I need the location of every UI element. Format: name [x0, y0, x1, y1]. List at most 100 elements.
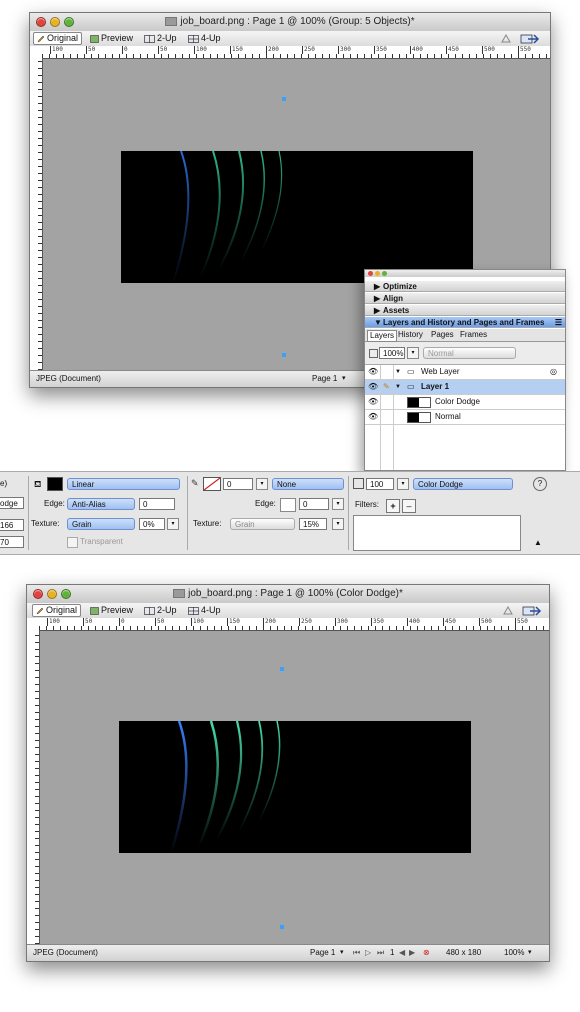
texture-percent-field[interactable]: 0% [139, 518, 165, 530]
layer-name: Layer 1 [421, 382, 450, 391]
section-align[interactable]: ▶ Align [365, 293, 565, 304]
tab-2up[interactable]: 2-Up [141, 605, 180, 616]
edge-select[interactable]: Anti-Alias [67, 498, 135, 510]
panel-tabs: Layers History Pages Frames [365, 329, 565, 342]
paint-bucket-icon[interactable]: ⛾ [34, 479, 41, 491]
layer-row-web[interactable]: 👁 ▼ ▭ Web Layer ◎ [365, 365, 565, 380]
eye-icon[interactable]: 👁 [368, 395, 378, 409]
stroke-size-field[interactable]: 0 [223, 478, 253, 490]
zoom-level[interactable]: 100% [504, 945, 524, 961]
section-label: Optimize [383, 282, 417, 291]
eye-icon[interactable]: 👁 [368, 365, 378, 379]
panel-zoom-button[interactable] [382, 271, 387, 276]
vertical-ruler[interactable] [27, 630, 40, 944]
layer-row-layer1[interactable]: 👁 ✎ ▼ ▭ Layer 1 [365, 380, 565, 395]
stop-icon[interactable]: ⊗ [423, 945, 430, 961]
partial-field[interactable]: odge [0, 497, 24, 509]
prev-frame-icon[interactable]: ◀ [399, 945, 405, 961]
layer-lock-icon[interactable] [369, 349, 378, 358]
stroke-texture-dropdown[interactable]: ▾ [332, 518, 344, 530]
section-layers[interactable]: ▼ Layers and History and Pages and Frames… [365, 317, 565, 328]
tab-2up[interactable]: 2-Up [141, 33, 180, 44]
stroke-type-select[interactable]: None [272, 478, 344, 490]
help-button[interactable]: ? [533, 477, 547, 491]
add-filter-button[interactable]: + [386, 499, 400, 513]
export-icon[interactable] [500, 33, 512, 44]
layer-row-normal[interactable]: 👁 Normal [365, 410, 565, 425]
play-icon[interactable]: ▷ [365, 945, 371, 961]
layer-blend-select[interactable]: Normal [423, 347, 516, 359]
width-field[interactable]: 166 [0, 519, 24, 531]
pencil-icon[interactable]: ✎ [191, 478, 199, 489]
tab-original[interactable]: Original [33, 32, 83, 45]
collapse-triangle-icon[interactable]: ▲ [534, 538, 542, 547]
opacity-field[interactable]: 100 [366, 478, 394, 490]
next-frame-icon[interactable]: ▶ [409, 945, 415, 961]
tab-original[interactable]: Original [32, 604, 82, 617]
horizontal-ruler[interactable]: 100 50 0 50 100 150 200 250 300 350 400 450 500 550 [39, 618, 549, 631]
section-assets[interactable]: ▶ Assets [365, 305, 565, 316]
texture-select[interactable]: Grain [67, 518, 135, 530]
page-selector[interactable]: Page 1 [312, 371, 337, 387]
ruler-tick-label: 450 [446, 46, 459, 54]
filters-list[interactable] [353, 515, 521, 551]
stroke-texture-percent-field[interactable]: 15% [299, 518, 327, 530]
stroke-size-dropdown[interactable]: ▾ [256, 478, 268, 490]
title-bar[interactable]: job_board.png : Page 1 @ 100% (Group: 5 … [30, 13, 550, 32]
page-selector[interactable]: Page 1 [310, 945, 335, 961]
triangle-down-icon: ▼ [374, 318, 382, 327]
layers-panel: ▶ Optimize ▶ Align ▶ Assets ▼ Layers and His… [364, 269, 566, 471]
opacity-dropdown[interactable]: ▾ [407, 347, 419, 359]
transparent-checkbox[interactable] [67, 537, 78, 548]
panel-menu-icon[interactable]: ☰ [555, 317, 562, 328]
panel-minimize-button[interactable] [375, 271, 380, 276]
fill-color-swatch[interactable] [47, 477, 63, 491]
tab-pages[interactable]: Pages [431, 329, 454, 341]
blend-mode-select[interactable]: Color Dodge [413, 478, 513, 490]
web-layer-eye-icon[interactable]: ◎ [550, 365, 557, 379]
first-frame-icon[interactable]: ⏮ [353, 945, 360, 961]
chevron-down-icon: ▾ [528, 949, 532, 956]
tab-frames[interactable]: Frames [460, 329, 487, 341]
panel-close-button[interactable] [368, 271, 373, 276]
tab-history[interactable]: History [398, 329, 423, 341]
stroke-edge-amount-field[interactable]: 0 [299, 498, 329, 510]
export-icon[interactable] [502, 605, 514, 616]
panel-titlebar[interactable] [365, 270, 565, 277]
tab-layers[interactable]: Layers [367, 330, 398, 342]
artwork-canvas[interactable] [119, 721, 471, 853]
quick-export-icon[interactable] [520, 32, 540, 45]
height-field[interactable]: 70 [0, 536, 24, 548]
artwork-canvas[interactable] [121, 151, 473, 283]
vertical-ruler[interactable] [30, 58, 43, 370]
title-bar[interactable]: job_board.png : Page 1 @ 100% (Color Dod… [27, 585, 549, 604]
canvas-marker-bottom [280, 925, 284, 929]
opacity-dropdown[interactable]: ▾ [397, 478, 409, 490]
layer-opacity-field[interactable]: 100% [379, 347, 405, 359]
tab-preview[interactable]: Preview [87, 33, 136, 44]
triangle-down-icon[interactable]: ▼ [395, 380, 401, 394]
fill-type-select[interactable]: Linear [67, 478, 180, 490]
triangle-down-icon[interactable]: ▼ [395, 365, 401, 379]
tab-4up[interactable]: 4-Up [185, 33, 224, 44]
texture-percent-dropdown[interactable]: ▾ [167, 518, 179, 530]
window-title: job_board.png : Page 1 @ 100% (Color Dod… [188, 588, 403, 599]
chevron-down-icon: ▾ [342, 375, 346, 382]
stroke-color-swatch[interactable] [203, 477, 221, 491]
stroke-edge-dropdown[interactable]: ▾ [332, 498, 344, 510]
eye-icon[interactable]: 👁 [368, 410, 378, 424]
horizontal-ruler[interactable]: 100 50 0 50 100 150 200 250 300 350 400 450 500 550 [42, 46, 550, 59]
divider [187, 476, 188, 550]
remove-filter-button[interactable]: – [402, 499, 416, 513]
eye-icon[interactable]: 👁 [368, 380, 378, 394]
tab-preview[interactable]: Preview [87, 605, 136, 616]
last-frame-icon[interactable]: ⏭ [377, 945, 384, 961]
stroke-edge-swatch[interactable] [280, 498, 296, 512]
stroke-texture-select[interactable]: Grain [230, 518, 295, 530]
layer-row-color-dodge[interactable]: 👁 Color Dodge [365, 395, 565, 410]
ruler-tick-label: 350 [371, 618, 384, 626]
edge-amount-field[interactable]: 0 [139, 498, 175, 510]
section-optimize[interactable]: ▶ Optimize [365, 281, 565, 292]
quick-export-icon[interactable] [522, 604, 542, 617]
tab-4up[interactable]: 4-Up [185, 605, 224, 616]
